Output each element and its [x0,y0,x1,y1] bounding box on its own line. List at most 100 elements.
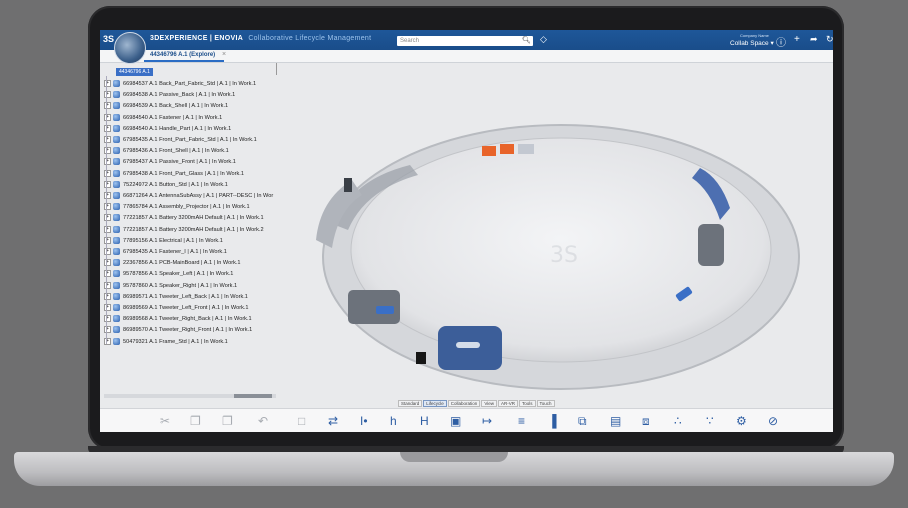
lock-icon[interactable]: ▣ [450,414,461,428]
tree-row-label: 86989569 A.1 Tweeter_Left_Front | A.1 | … [123,304,249,311]
blue-component-bottom[interactable] [376,306,394,314]
cut-icon[interactable]: ✂ [160,414,170,428]
tree-row[interactable]: +66984538 A.1 Passive_Back | A.1 | In Wo… [104,91,235,102]
tree-row-label: 77221857 A.1 Battery 3200mAH Default | A… [123,215,264,222]
tree-row[interactable]: +66984539 A.1 Back_Shell | A.1 | In Work… [104,102,228,113]
tree-icon[interactable]: ∵ [706,414,714,428]
export-icon[interactable]: ⧉ [578,414,587,429]
compare-icon[interactable]: ⧈ [642,414,650,429]
tree-row-label: 95787860 A.1 Speaker_Right | A.1 | In Wo… [123,282,238,289]
tree-row[interactable]: +66984540 A.1 Fastener | A.1 | In Work.1 [104,113,222,125]
settings-icon[interactable]: ⚙ [736,414,747,428]
svg-text:3S: 3S [550,243,578,268]
right-dark-panel[interactable] [698,224,724,266]
hierarchy-add-icon[interactable]: H [420,414,429,428]
plate-slot[interactable] [456,342,480,348]
add-icon[interactable]: + [794,34,800,45]
tree-row-label: 86989571 A.1 Tweeter_Left_Back | A.1 | I… [123,293,248,300]
insert-icon[interactable]: ⇄ [328,414,338,428]
tree-row[interactable]: +77221857 A.1 Battery 3200mAH Default | … [104,225,264,237]
tree-scrollbar[interactable] [104,394,276,398]
tree-root[interactable]: 44346796 A.1 [116,68,153,76]
action-tab[interactable]: AR-VR [498,400,519,407]
tree-row[interactable]: +22367856 A.1 PCB-MainBoard | A.1 | In W… [104,259,241,270]
small-part[interactable] [518,144,534,154]
tree-row[interactable]: +66984540 A.1 Handle_Part | A.1 | In Wor… [104,124,232,136]
tree-row[interactable]: +77895156 A.1 Electrical | A.1 | In Work… [104,236,223,248]
structure-icon[interactable]: ∴ [674,414,682,428]
report-icon[interactable]: ▤ [610,414,621,428]
action-tab[interactable]: Touch [536,400,555,407]
part-icon [113,315,120,323]
new-document-icon[interactable]: □ [298,414,305,428]
compass-tool-icon[interactable]: ⊘ [768,414,778,428]
app-title: 3DEXPERIENCE | ENOVIA Collaborative Life… [150,35,371,42]
tab-active-indicator [144,60,224,62]
part-icon [113,225,120,233]
part-icon [113,248,120,255]
tree-row[interactable]: +66984537 A.1 Back_Part_Fabric_Std | A.1… [104,80,256,91]
tree-row[interactable]: +67985436 A.1 Front_Shell | A.1 | In Wor… [104,147,229,158]
undo-icon[interactable]: ↶ [258,414,268,428]
tree-row[interactable]: +77221857 A.1 Battery 3200mAH Default | … [104,214,264,225]
action-tab[interactable]: Standard [398,400,423,407]
tag-icon[interactable]: ◇ [540,34,547,45]
tree-row[interactable]: +86989570 A.1 Tweeter_Right_Front | A.1 … [104,326,252,337]
tree-row[interactable]: +95787860 A.1 Speaker_Right | A.1 | In W… [104,281,238,293]
action-tab[interactable]: Lifecycle [423,400,447,407]
part-icon [113,147,120,155]
black-block[interactable] [416,352,426,364]
paste-icon[interactable]: ❐ [222,414,233,428]
part-icon [113,214,120,222]
tree-row-label: 66984540 A.1 Handle_Part | A.1 | In Work… [123,125,232,132]
tree-row-label: 77865784 A.1 Assembly_Projector | A.1 | … [123,204,250,211]
ds-logo: 3S [103,34,115,44]
tab-explore[interactable]: 44346796 A.1 (Explore) [150,52,215,58]
part-icon [113,158,120,166]
revision-icon[interactable]: I• [360,414,368,428]
tree-row-label: 86989570 A.1 Tweeter_Right_Front | A.1 |… [123,327,253,334]
tree-row-label: 66984538 A.1 Passive_Back | A.1 | In Wor… [123,92,236,99]
action-tab[interactable]: Tools [519,400,536,407]
brand-subtitle: Collaborative Lifecycle Management [248,35,372,42]
tree-row[interactable]: +67985435 A.1 Front_Part_Fabric_Std | A.… [104,136,257,147]
database-icon[interactable]: ≡ [518,414,525,428]
tree-row-label: 66984537 A.1 Back_Part_Fabric_Std | A.1 … [123,80,257,87]
close-icon[interactable]: × [222,51,226,58]
tree-row[interactable]: +86989568 A.1 Tweeter_Right_Back | A.1 |… [104,315,252,326]
duplicate-icon[interactable]: ↦ [482,414,492,428]
part-icon [113,91,120,99]
tree-row-label: 67985438 A.1 Front_Part_Glass | A.1 | In… [123,170,244,177]
orange-part-1[interactable] [482,146,496,156]
action-tab[interactable]: Collaboration [447,400,481,407]
tree-row-label: 67985435 A.1 Front_Part_Fabric_Std | A.1… [123,136,257,143]
search-icon[interactable]: 🔍︎ [522,36,531,44]
compass-icon[interactable] [114,32,146,64]
refresh-icon[interactable]: ↻ [826,34,833,45]
tree-row[interactable]: +67985437 A.1 Passive_Front | A.1 | In W… [104,158,236,169]
part-icon [113,203,120,211]
scrollbar-thumb[interactable] [234,394,272,398]
share-icon[interactable]: ➦ [810,34,818,45]
collab-space-dropdown[interactable]: Collab Space ▾ [730,39,774,47]
search-input[interactable]: Search [397,36,533,46]
orange-part-2[interactable] [500,144,514,154]
action-tab[interactable]: View [481,400,497,407]
left-dark-small[interactable] [344,178,352,192]
action-bar-tabs: Standard Lifecycle Collaboration View AR-VR T… [398,400,556,407]
tree-row[interactable]: +86989571 A.1 Tweeter_Left_Back | A.1 | … [104,292,248,304]
tree-row[interactable]: +67985438 A.1 Front_Part_Glass | A.1 | I… [104,169,244,181]
tree-row[interactable]: +50479321 A.1 Frame_Std | A.1 | In Work.… [104,337,228,349]
tree-row[interactable]: +66871264 A.1 AntennaSubAssy | A.1 | PAR… [104,192,273,203]
hierarchy-icon[interactable]: h [390,414,397,428]
panel-divider[interactable] [276,63,277,75]
tree-row[interactable]: +67985435 A.1 Fastener_I | A.1 | In Work… [104,248,227,259]
tree-row[interactable]: +75224972 A.1 Button_Std | A.1 | In Work… [104,180,228,192]
user-icon[interactable]: ⓘ [776,34,786,49]
tree-row[interactable]: +95787856 A.1 Speaker_Left | A.1 | In Wo… [104,270,233,281]
copy-icon[interactable]: ❐ [190,414,201,428]
3d-viewport[interactable]: 3S [280,70,833,396]
tree-row[interactable]: +77865784 A.1 Assembly_Projector | A.1 |… [104,203,250,214]
book-icon[interactable]: ▐ [548,414,557,428]
tree-row[interactable]: +86989569 A.1 Tweeter_Left_Front | A.1 |… [104,304,249,315]
